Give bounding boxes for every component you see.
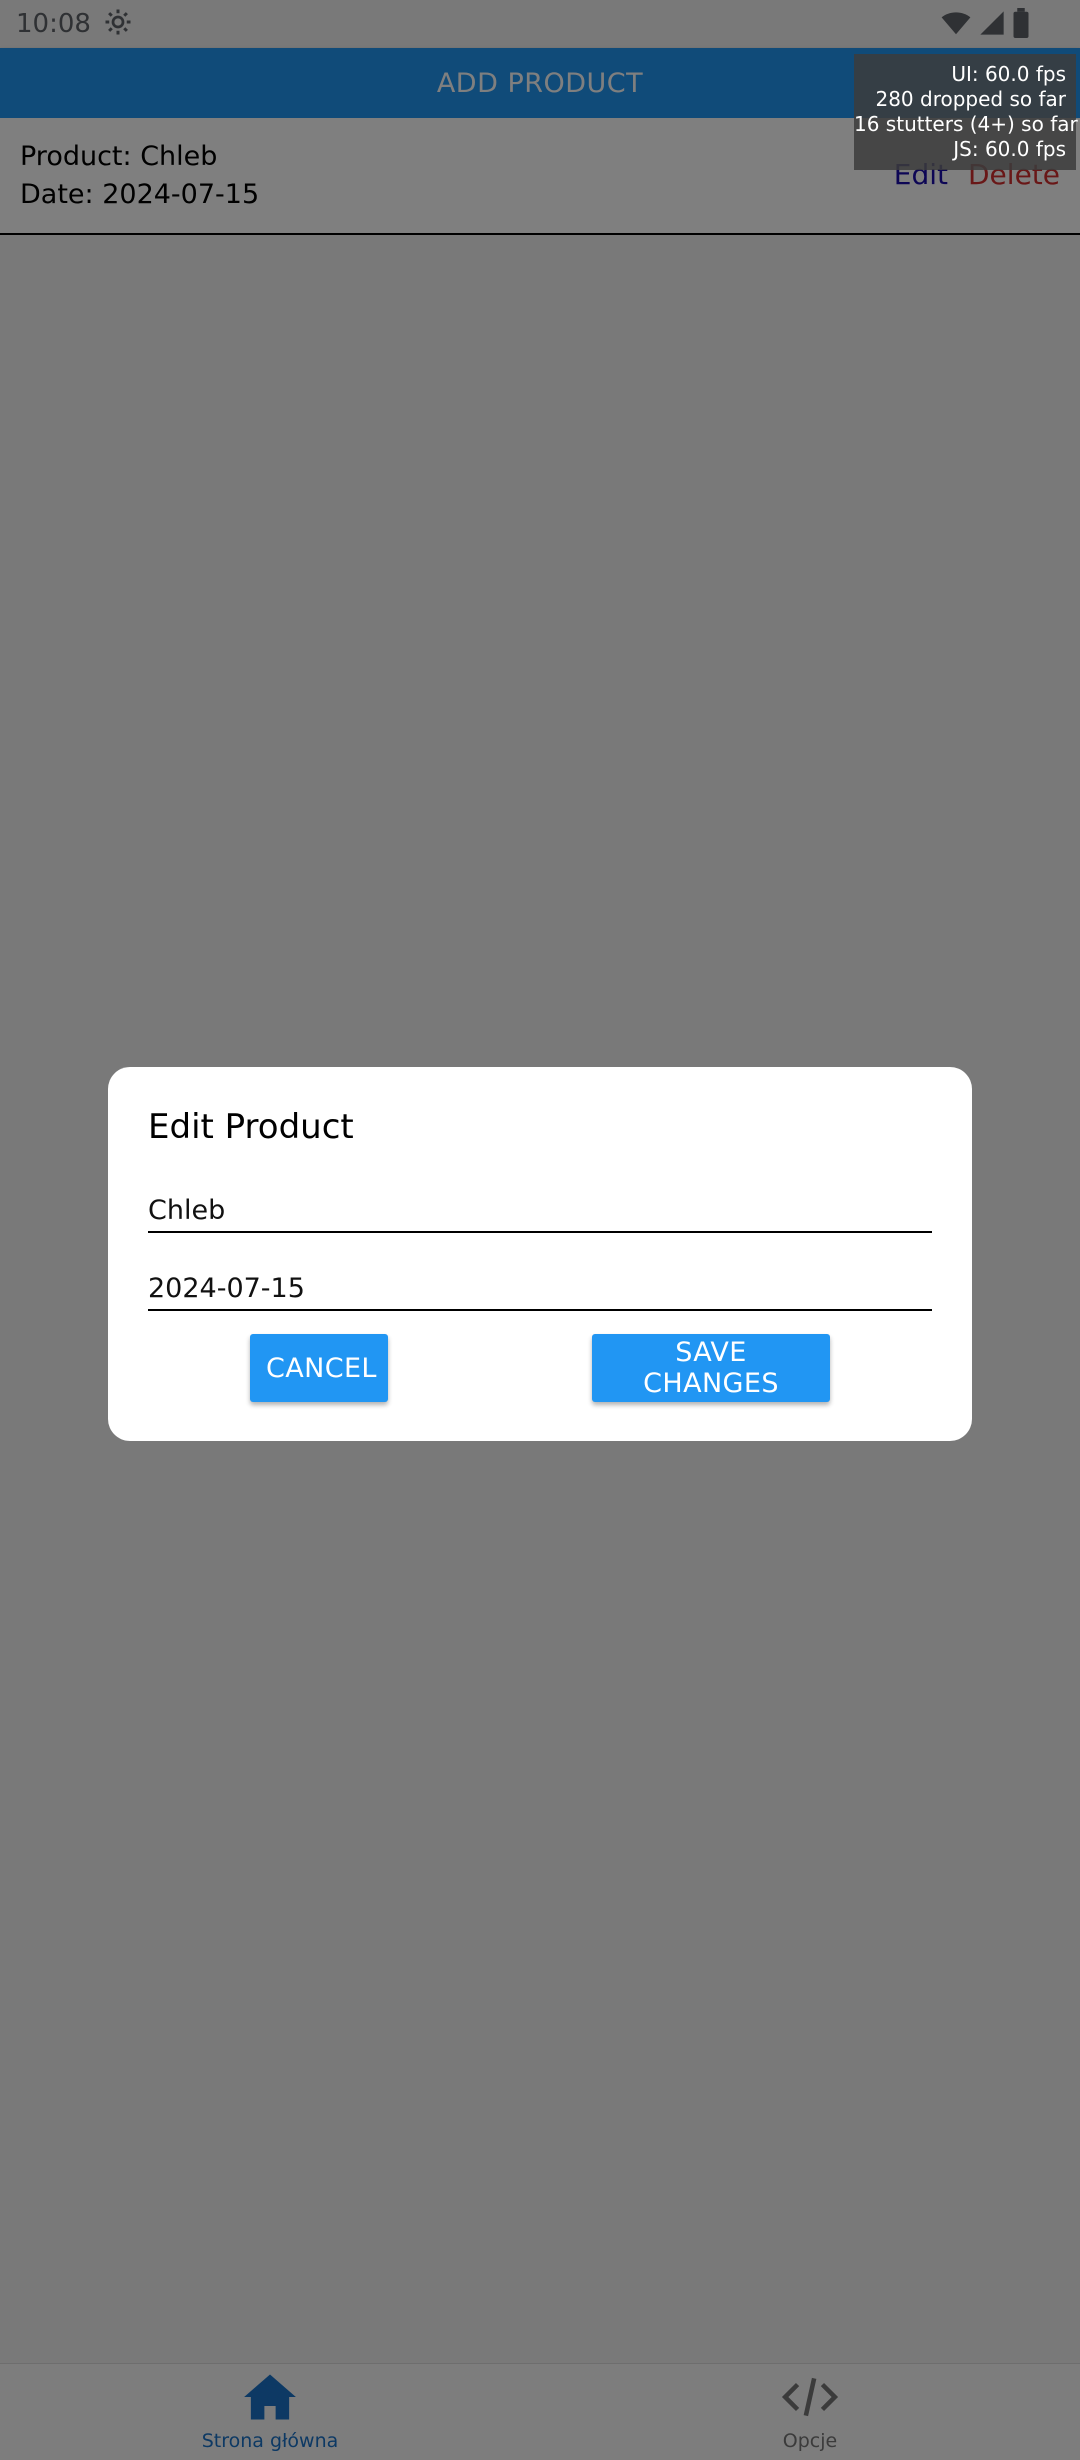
- cancel-button[interactable]: CANCEL: [250, 1334, 388, 1402]
- perf-js-fps: JS: 60.0 fps: [953, 137, 1066, 161]
- perf-monitor: UI: 60.0 fps 280 dropped so far 16 stutt…: [854, 54, 1078, 170]
- product-date-field[interactable]: [148, 1261, 932, 1311]
- save-changes-button[interactable]: SAVE CHANGES: [592, 1334, 830, 1402]
- perf-dropped: 280 dropped so far: [875, 87, 1066, 111]
- product-name-field[interactable]: [148, 1183, 932, 1233]
- edit-product-dialog: Edit Product CANCEL SAVE CHANGES: [108, 1067, 972, 1441]
- dialog-title: Edit Product: [148, 1107, 354, 1147]
- perf-ui-fps: UI: 60.0 fps: [951, 62, 1066, 86]
- perf-stutters: 16 stutters (4+) so far: [854, 112, 1078, 136]
